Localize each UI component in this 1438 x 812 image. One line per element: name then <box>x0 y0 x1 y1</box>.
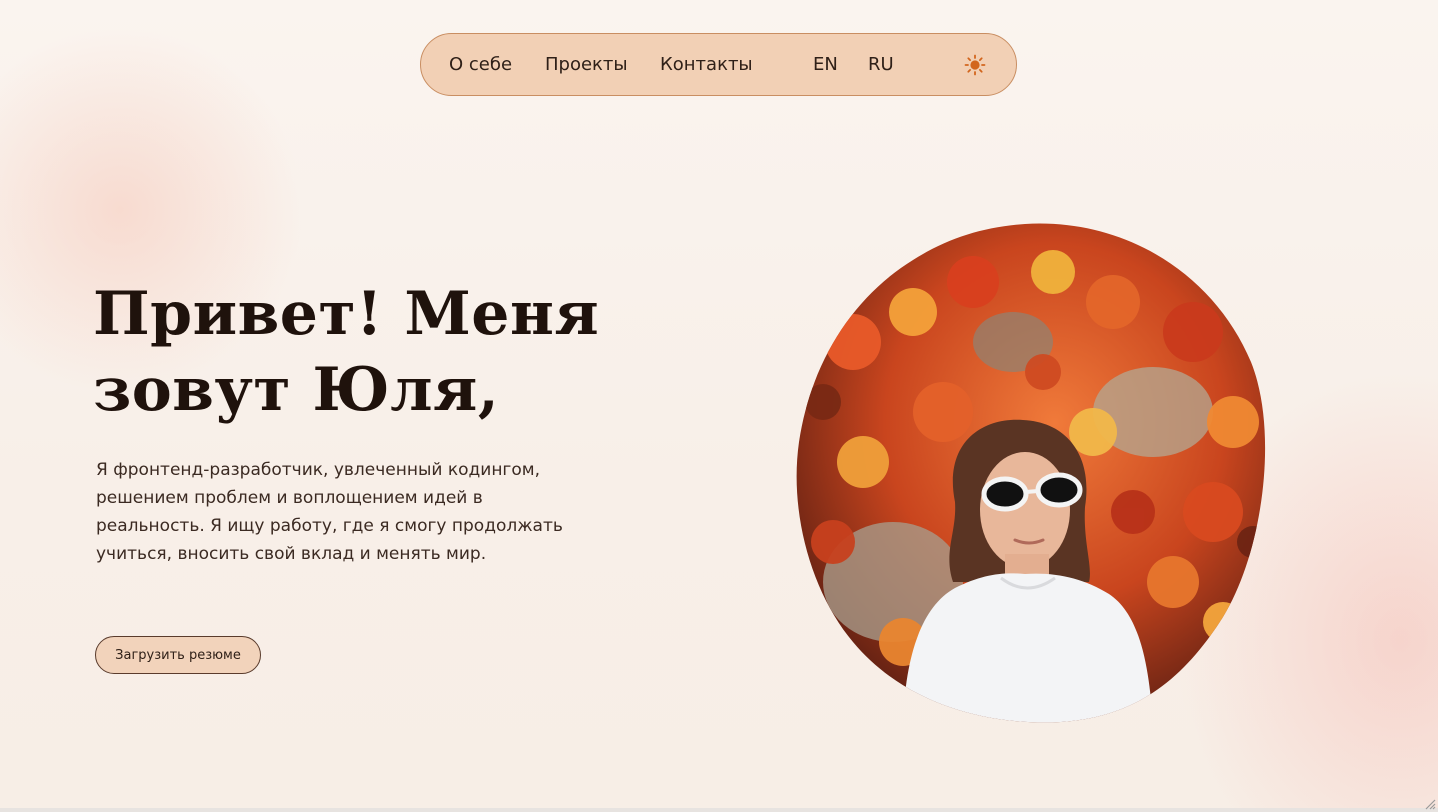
hero-description: Я фронтенд-разработчик, увлеченный кодин… <box>96 460 563 564</box>
window-bottom-edge <box>0 808 1438 812</box>
download-resume-button[interactable]: Загрузить резюме <box>95 636 261 674</box>
theme-toggle-button[interactable] <box>964 54 986 76</box>
language-ru-button[interactable]: RU <box>868 54 894 75</box>
resize-grip-icon[interactable] <box>1422 796 1436 810</box>
hero-title-line-2: зовут Юля, <box>93 355 500 425</box>
top-navigation: О себе Проекты Контакты EN RU <box>420 33 1017 96</box>
sun-icon <box>964 54 986 76</box>
hero-title: Привет! Меня зовут Юля, <box>93 276 613 428</box>
nav-link-projects[interactable]: Проекты <box>545 54 628 75</box>
nav-link-contacts[interactable]: Контакты <box>660 54 753 75</box>
portrait-photo <box>796 223 1266 723</box>
language-en-button[interactable]: EN <box>813 54 838 75</box>
hero-title-line-1: Привет! Меня <box>93 279 600 349</box>
nav-link-about[interactable]: О себе <box>449 54 512 75</box>
